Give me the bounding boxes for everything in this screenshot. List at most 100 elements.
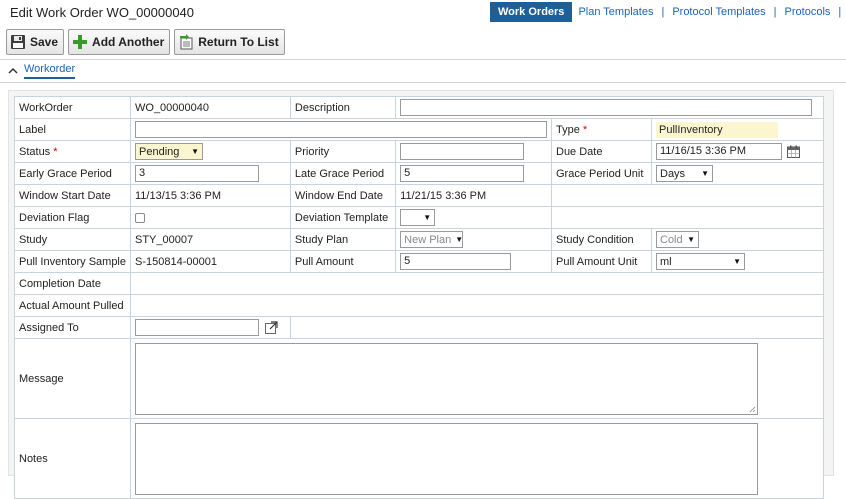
return-list-icon: [180, 34, 193, 50]
dropdown-caret-icon: ▼: [423, 213, 432, 222]
workorder-label: WorkOrder: [14, 96, 131, 119]
type-label: Type *: [551, 118, 652, 141]
window-end-value: 11/21/15 3:36 PM: [395, 184, 552, 207]
pull-sample-value: S-150814-00001: [130, 250, 291, 273]
form-row: Actual Amount Pulled: [14, 294, 824, 317]
chevron-up-icon[interactable]: [8, 66, 18, 76]
resize-grip-icon[interactable]: [749, 406, 756, 413]
open-external-icon[interactable]: [265, 321, 278, 334]
grace-unit-label: Grace Period Unit: [551, 162, 652, 185]
form-row: Message: [14, 338, 824, 419]
toolbar-divider: [0, 59, 846, 60]
workorder-value: WO_00000040: [130, 96, 291, 119]
window-start-label: Window Start Date: [14, 184, 131, 207]
form-row: Notes: [14, 418, 824, 499]
notes-label: Notes: [14, 418, 131, 499]
empty-cell: [551, 206, 824, 229]
section-title: Workorder: [24, 63, 76, 79]
empty-cell: [551, 184, 824, 207]
grace-unit-select-value: Days: [660, 167, 686, 180]
dropdown-caret-icon: ▼: [455, 235, 464, 244]
form-row: Window Start Date 11/13/15 3:36 PM Windo…: [14, 184, 824, 207]
add-another-button-label: Add Another: [92, 35, 165, 49]
form-row: Study STY_00007 Study Plan New Plan ▼ Stu…: [14, 228, 824, 251]
assigned-to-input[interactable]: [135, 319, 259, 336]
dropdown-caret-icon: ▼: [191, 147, 199, 156]
study-condition-select-value: Cold: [660, 233, 683, 246]
status-label-text: Status: [19, 145, 51, 158]
dropdown-caret-icon: ▼: [701, 169, 709, 178]
message-label: Message: [14, 338, 131, 419]
type-label-text: Type: [556, 123, 580, 136]
form-row: Pull Inventory Sample S-150814-00001 Pul…: [14, 250, 824, 273]
late-grace-input[interactable]: 5: [400, 165, 525, 182]
tab-protocols[interactable]: Protocols: [779, 2, 837, 22]
section-header-workorder[interactable]: Workorder: [8, 63, 76, 79]
status-label: Status *: [14, 140, 131, 163]
deviation-flag-label: Deviation Flag: [14, 206, 131, 229]
dropdown-caret-icon: ▼: [733, 257, 741, 266]
grace-unit-select[interactable]: Days ▼: [656, 165, 713, 182]
form-row: Label Type * PullInventory: [14, 118, 824, 141]
nav-separator: |: [838, 6, 842, 18]
tab-protocol-templates[interactable]: Protocol Templates: [666, 2, 771, 22]
status-select[interactable]: Pending ▼: [135, 143, 203, 160]
plus-icon: [73, 35, 88, 49]
floppy-disk-icon: [11, 35, 25, 49]
form-row: Early Grace Period 3 Late Grace Period 5…: [14, 162, 824, 185]
description-label: Description: [289, 96, 397, 119]
study-plan-select[interactable]: New Plan ▼: [400, 231, 464, 248]
window-start-value: 11/13/15 3:36 PM: [130, 184, 291, 207]
assigned-to-label: Assigned To: [14, 316, 131, 339]
due-date-label: Due Date: [551, 140, 652, 163]
study-plan-label: Study Plan: [289, 228, 397, 251]
description-input[interactable]: [400, 99, 813, 116]
priority-input[interactable]: [400, 143, 525, 160]
due-date-input[interactable]: 11/16/15 3:36 PM: [656, 143, 782, 160]
status-select-value: Pending: [139, 145, 180, 158]
deviation-template-select[interactable]: ▼: [400, 209, 436, 226]
dropdown-caret-icon: ▼: [687, 235, 695, 244]
tab-plan-templates[interactable]: Plan Templates: [572, 2, 659, 22]
return-to-list-button-label: Return To List: [198, 35, 279, 49]
empty-cell: [289, 316, 825, 339]
study-label: Study: [14, 228, 131, 251]
pull-amount-input[interactable]: 5: [400, 253, 512, 270]
tab-work-orders[interactable]: Work Orders: [490, 2, 573, 22]
add-another-button[interactable]: Add Another: [68, 29, 171, 55]
top-navigation: Work Orders Plan Templates | Protocol Te…: [490, 2, 846, 22]
nav-separator: |: [773, 6, 777, 18]
save-button[interactable]: Save: [6, 29, 65, 55]
nav-separator: |: [661, 6, 665, 18]
form-row: Status * Pending ▼ Priority Due Date 11/1…: [14, 140, 824, 163]
page-title: Edit Work Order WO_00000040: [10, 5, 195, 20]
form-row: Deviation Flag Deviation Template ▼: [14, 206, 824, 229]
actual-amount-value: [130, 294, 824, 317]
deviation-template-label: Deviation Template: [289, 206, 397, 229]
toolbar: Save Add Another Return To List: [6, 29, 285, 55]
window-end-label: Window End Date: [289, 184, 397, 207]
study-value: STY_00007: [130, 228, 291, 251]
pull-unit-select[interactable]: ml ▼: [656, 253, 745, 270]
message-textarea[interactable]: [135, 342, 758, 415]
completion-date-label: Completion Date: [14, 272, 131, 295]
form-row: Assigned To: [14, 316, 825, 339]
workorder-form: WorkOrder WO_00000040 Description Label …: [14, 96, 825, 499]
study-condition-select[interactable]: Cold ▼: [656, 231, 699, 248]
pull-unit-select-value: ml: [660, 255, 672, 268]
actual-amount-label: Actual Amount Pulled: [14, 294, 131, 317]
pull-unit-label: Pull Amount Unit: [551, 250, 652, 273]
notes-textarea[interactable]: [135, 422, 758, 495]
calendar-icon[interactable]: [787, 145, 801, 158]
return-to-list-button[interactable]: Return To List: [174, 29, 285, 55]
pull-sample-label: Pull Inventory Sample: [14, 250, 131, 273]
required-marker: *: [582, 123, 588, 136]
label-field-label: Label: [14, 118, 131, 141]
priority-label: Priority: [289, 140, 397, 163]
early-grace-input[interactable]: 3: [135, 165, 259, 182]
study-condition-label: Study Condition: [551, 228, 652, 251]
early-grace-label: Early Grace Period: [14, 162, 131, 185]
form-row: WorkOrder WO_00000040 Description: [14, 96, 824, 119]
label-input[interactable]: [135, 121, 547, 138]
deviation-flag-checkbox[interactable]: [135, 212, 145, 223]
